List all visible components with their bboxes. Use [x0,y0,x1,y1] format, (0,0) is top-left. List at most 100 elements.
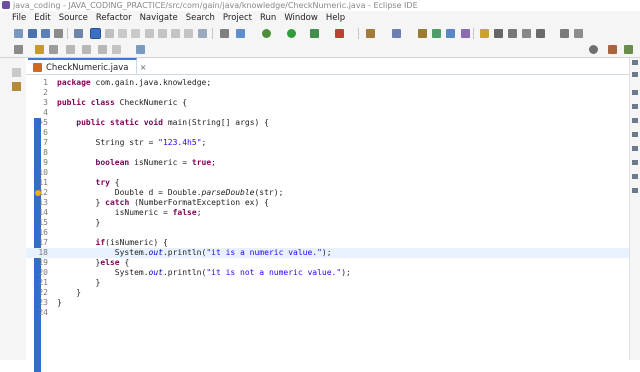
back-nav-icon[interactable] [66,45,75,54]
code-line[interactable]: 15 } [26,218,630,228]
perspective-java-icon[interactable] [608,45,617,54]
javadoc-icon[interactable] [632,132,638,137]
code-editor[interactable]: 1 package com.gain.java.knowledge; 2 3 publi… [26,75,630,372]
code-line[interactable]: 1 package com.gain.java.knowledge; [26,78,630,88]
code-line[interactable]: 13 } catch (NumberFormatException ex) { [26,198,630,208]
toggle-breadcrumb-icon[interactable] [480,29,489,38]
restore-icon[interactable] [12,68,21,77]
run-icon[interactable] [287,29,296,38]
perspective-debug-icon[interactable] [624,45,633,54]
last-edit-icon[interactable] [522,29,531,38]
token-text: { [119,258,130,267]
code-line[interactable]: 8 [26,148,630,158]
skip-breakpoints-icon[interactable] [74,29,83,38]
link-editor-icon[interactable] [14,45,23,54]
next-annotation-icon[interactable] [494,29,503,38]
prev-annotation-icon[interactable] [508,29,517,38]
console-icon[interactable] [632,160,638,165]
history-icon[interactable] [49,45,58,54]
new-class-icon[interactable] [418,29,427,38]
maximize-icon[interactable] [632,72,638,77]
save-icon[interactable] [28,29,37,38]
print-icon[interactable] [54,29,63,38]
code-line[interactable]: 23} [26,298,630,308]
coverage-icon[interactable] [310,29,319,38]
resume-icon[interactable] [105,29,114,38]
drop-to-frame-icon[interactable] [184,29,193,38]
search-icon[interactable] [446,29,455,38]
code-line[interactable]: 6 [26,128,630,138]
code-line[interactable]: 19 }else { [26,258,630,268]
code-line[interactable]: 24 [26,308,630,318]
code-line[interactable]: 11 try { [26,178,630,188]
skip-all-icon[interactable] [220,29,229,38]
code-line[interactable]: 9 boolean isNumeric = true; [26,158,630,168]
toggle-mark-occurrences-icon[interactable] [461,29,470,38]
step-return-icon[interactable] [171,29,180,38]
new-package-icon[interactable] [392,29,401,38]
code-line[interactable]: 3 public class CheckNumeric { [26,98,630,108]
forward-icon[interactable] [560,29,569,38]
code-line[interactable]: 14 isNumeric = false; [26,208,630,218]
menu-run[interactable]: Run [256,11,280,25]
next-edit-location-icon[interactable] [35,45,44,54]
progress-icon[interactable] [632,174,638,179]
step-into-icon[interactable] [145,29,154,38]
quick-access-icon[interactable] [589,45,598,54]
menu-navigate[interactable]: Navigate [136,11,182,25]
code-line[interactable]: 10 [26,168,630,178]
code-line[interactable]: 18 System.out.println("it is a numeric v… [26,248,630,258]
back-icon[interactable] [536,29,545,38]
outline-icon[interactable] [632,90,638,95]
code-line[interactable]: 7 String str = "123.4h5"; [26,138,630,148]
code-line[interactable]: 4 [26,108,630,118]
menu-edit[interactable]: Edit [30,11,54,25]
forward-nav-icon[interactable] [82,45,91,54]
code-line[interactable]: 16 [26,228,630,238]
code-line[interactable]: 21 } [26,278,630,288]
code-line[interactable]: 2 [26,88,630,98]
use-step-filters-icon[interactable] [198,29,207,38]
warning-marker-icon[interactable] [35,190,41,196]
declaration-icon[interactable] [632,146,638,151]
open-type-icon[interactable] [432,29,441,38]
suspend-icon[interactable] [90,28,101,39]
pin-editor-icon[interactable] [574,29,583,38]
minimize-icon[interactable] [632,60,638,65]
menu-file[interactable]: File [0,11,30,25]
tab-checknumeric-java[interactable]: CheckNumeric.java × [28,58,146,74]
debug-icon[interactable] [262,29,271,38]
code-line[interactable]: 17 if(isNumeric) { [26,238,630,248]
menu-refactor[interactable]: Refactor [92,11,136,25]
code-line[interactable]: 12 Double d = Double.parseDouble(str); [26,188,630,198]
token-kw: false [172,208,197,217]
disconnect-icon[interactable] [131,29,140,38]
code-line[interactable]: 22 } [26,288,630,298]
menu-window[interactable]: Window [280,11,322,25]
new-window-icon[interactable] [136,45,145,54]
terminate-icon[interactable] [118,29,127,38]
up-nav-icon[interactable] [98,45,107,54]
token-str: "it is a numeric value." [206,248,322,257]
code-line[interactable]: 20 System.out.println("it is not a numer… [26,268,630,278]
save-all-icon[interactable] [41,29,50,38]
remote-icon[interactable] [236,29,245,38]
search-view-icon[interactable] [632,188,638,193]
menu-source[interactable]: Source [55,11,92,25]
new-java-project-icon[interactable] [366,29,375,38]
fold-toggle-icon[interactable]: ⊖ [39,118,43,128]
step-over-icon[interactable] [158,29,167,38]
package-explorer-icon[interactable] [12,82,21,91]
close-icon[interactable]: × [140,60,147,76]
menu-search[interactable]: Search [182,11,219,25]
external-tools-icon[interactable] [335,29,344,38]
token-text: ; [211,158,216,167]
more-nav-icon[interactable] [112,45,121,54]
code-line[interactable]: 5 ⊖ public static void main(String[] args… [26,118,630,128]
problems-icon[interactable] [632,118,638,123]
code-text: Double d = Double.parseDouble(str); [57,188,284,198]
task-list-icon[interactable] [632,104,638,109]
menu-help[interactable]: Help [322,11,349,25]
new-icon[interactable] [14,29,23,38]
menu-project[interactable]: Project [219,11,256,25]
